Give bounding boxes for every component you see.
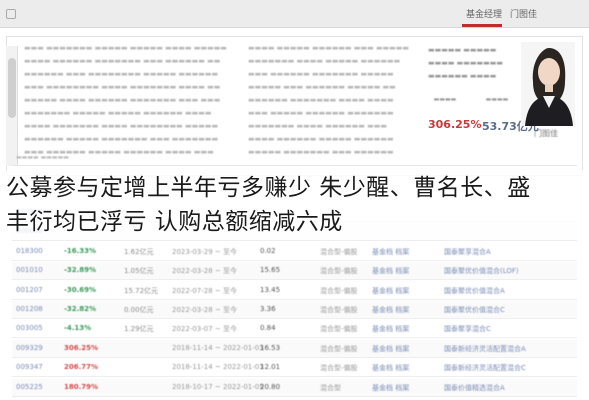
- cell-period: 2022-03-28 ~ 至今: [172, 306, 237, 314]
- cell-period: 2023-03-29 ~ 至今: [172, 247, 237, 256]
- cell-period: 2022-03-07 ~ 至今: [172, 325, 237, 334]
- cell-num: 12.01: [260, 363, 281, 372]
- cell-ret: -30.69%: [64, 285, 97, 294]
- active-tab-indicator: [462, 24, 502, 27]
- table-row[interactable]: 005225 180.79% 2018-10-17 ~ 2022-01-05 20.8…: [12, 378, 577, 397]
- table-row[interactable]: 001010 -32.89% 1.05亿元 2022-03-28 ~ 至今 15.65 混…: [12, 262, 577, 281]
- cell-type: 混合型-偏股: [320, 306, 358, 314]
- cell-ret: 306.25%: [64, 343, 99, 352]
- cell-num: 0.84: [260, 324, 276, 333]
- cell-type: 混合型-偏股: [320, 344, 358, 353]
- cell-fname[interactable]: 国泰聚享混合C: [444, 324, 491, 334]
- cell-num: 3.36: [260, 305, 276, 313]
- cell-type: 混合型: [320, 383, 341, 392]
- cell-code[interactable]: 001207: [16, 286, 43, 294]
- cell-num: 20.80: [260, 382, 281, 391]
- table-row[interactable]: 003005 -4.13% 1.29亿元 2022-03-07 ~ 至今 0.84 混合型…: [12, 320, 577, 339]
- table-row[interactable]: 001208 -32.82% 0.00亿元 2022-03-28 ~ 至今 3.36 混合…: [12, 301, 577, 319]
- cell-ret: -32.82%: [64, 305, 97, 313]
- stat-scale: ▬▬▬▬: [485, 96, 509, 103]
- cell-period: 2018-11-14 ~ 2022-01-03: [172, 343, 264, 352]
- scrollbar-thumb[interactable]: [8, 58, 16, 118]
- tab-fund-manager[interactable]: 基金经理: [466, 7, 502, 20]
- cell-code[interactable]: 009347: [16, 363, 43, 371]
- headline-line-2: 丰衍均已浮亏 认购总额缩减六成: [6, 209, 343, 235]
- cell-num: 0.02: [260, 246, 276, 255]
- manager-avatar: [521, 42, 575, 126]
- cell-links[interactable]: 基金档 档案: [372, 383, 409, 393]
- cell-fname[interactable]: 国泰价值精选混合A: [444, 383, 505, 393]
- manager-bio-text-2: ▬▬▬▬ ▬▬▬▬▬ ▬▬▬▬▬▬ ▬▬▬ ▬▬▬▬▬ ▬▬▬▬▬▬▬ ▬▬▬▬…: [248, 44, 410, 156]
- manager-bio-text: ▬▬▬ ▬▬▬▬▬▬▬ ▬▬▬▬▬ ▬▬▬▬▬ ▬▬▬▬ ▬▬▬▬▬ ▬▬▬▬ …: [24, 44, 227, 156]
- cell-links[interactable]: 基金档 档案: [372, 344, 409, 354]
- cell-scale: 15.72亿元: [124, 286, 159, 295]
- cell-fname[interactable]: 国泰新经济灵活配置混合A: [444, 344, 526, 354]
- cell-links[interactable]: 基金档 档案: [372, 286, 409, 296]
- headline-line-1: 公募参与定增上半年亏多赚少 朱少醒、曹名长、盛: [6, 175, 531, 201]
- cell-links[interactable]: 基金档 档案: [372, 324, 409, 334]
- cell-fname[interactable]: 国泰聚优价值混合A: [444, 286, 505, 296]
- cell-code[interactable]: 005225: [16, 383, 43, 391]
- cell-fname[interactable]: 国泰聚享混合A: [444, 247, 491, 257]
- cell-ret: -32.89%: [64, 266, 97, 275]
- cell-links[interactable]: 基金档 档案: [372, 363, 409, 373]
- table-row[interactable]: 009329 306.25% 2018-11-14 ~ 2022-01-03 16.5…: [12, 339, 577, 358]
- cell-links[interactable]: 基金档 档案: [372, 305, 409, 315]
- table-row[interactable]: 001207 -30.69% 15.72亿元 2022-07-28 ~ 至今 13.45…: [12, 282, 577, 300]
- cell-links[interactable]: 基金档 档案: [372, 266, 409, 276]
- cell-links[interactable]: 基金档 档案: [372, 247, 409, 257]
- cell-num: 13.45: [260, 285, 281, 294]
- cell-fname[interactable]: 国泰聚优价值混合(LOF): [444, 266, 519, 276]
- cell-type: 混合型-偏股: [320, 267, 358, 276]
- cell-scale: 1.29亿元: [124, 325, 154, 334]
- stat-return: ▬▬▬▬: [433, 96, 457, 103]
- cell-ret: 180.79%: [64, 382, 99, 391]
- cell-scale: 1.05亿元: [124, 267, 154, 276]
- cell-ret: 206.77%: [64, 363, 99, 372]
- cell-type: 混合型-偏股: [320, 286, 358, 295]
- cell-type: 混合型-偏股: [320, 325, 358, 334]
- cell-code[interactable]: 001010: [16, 266, 43, 274]
- cell-type: 混合型-偏股: [320, 364, 358, 373]
- menu-icon[interactable]: [6, 9, 16, 19]
- cell-code[interactable]: 009329: [16, 344, 43, 352]
- cell-scale: 0.00亿元: [124, 306, 154, 314]
- cell-code[interactable]: 018300: [16, 247, 43, 255]
- cell-fname[interactable]: 国泰聚优价值混合C: [444, 305, 505, 315]
- cell-code[interactable]: 003005: [16, 324, 43, 332]
- avatar-caption: 门图佳: [534, 129, 558, 138]
- tab-manager-name[interactable]: 门图佳: [510, 7, 537, 20]
- top-nav-bar: 基金经理 门图佳: [0, 0, 589, 28]
- total-return-value: 306.25%: [428, 118, 482, 131]
- news-headline: 公募参与定增上半年亏多赚少 朱少醒、曹名长、盛 丰衍均已浮亏 认购总额缩减六成: [6, 171, 586, 239]
- cell-fname[interactable]: 国泰新经济灵活配置混合C: [444, 363, 526, 373]
- table-row[interactable]: 009347 206.77% 2018-11-14 ~ 2022-01-03 12.0…: [12, 359, 577, 378]
- cell-num: 16.53: [260, 343, 281, 352]
- cell-period: 2022-07-28 ~ 至今: [172, 286, 237, 295]
- cell-period: 2018-10-17 ~ 2022-01-05: [172, 382, 264, 391]
- fund-table-header: ▬▬▬▬ ▬▬▬▬▬: [12, 152, 577, 166]
- cell-scale: 1.62亿元: [124, 247, 154, 256]
- cell-ret: -16.33%: [64, 246, 97, 255]
- table-row[interactable]: 018300 -16.33% 1.62亿元 2023-03-29 ~ 至今 0.02 混合…: [12, 243, 577, 261]
- cell-ret: -4.13%: [64, 324, 92, 333]
- manager-info-block: ▬▬▬▬▬ ▬▬▬▬▬ ▬▬▬▬ ▬▬▬▬▬▬▬ ▬▬▬▬▬▬ ▬▬▬▬: [428, 46, 503, 80]
- cell-num: 15.65: [260, 266, 281, 275]
- cell-type: 混合型-偏股: [320, 247, 358, 256]
- cell-period: 2018-11-14 ~ 2022-01-03: [172, 363, 264, 372]
- cell-period: 2022-03-28 ~ 至今: [172, 267, 237, 276]
- cell-code[interactable]: 001208: [16, 305, 43, 313]
